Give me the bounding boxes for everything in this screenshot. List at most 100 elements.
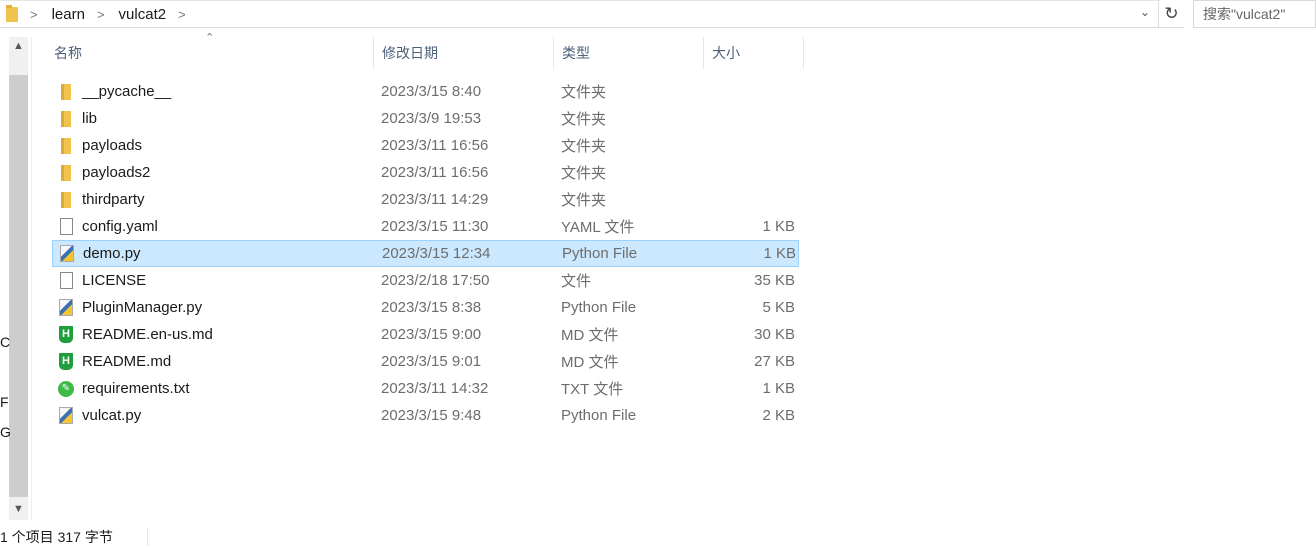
file-type: YAML 文件 [561, 219, 635, 236]
markdown-file-icon: H [58, 353, 74, 371]
file-date: 2023/3/11 16:56 [381, 164, 489, 181]
chevron-down-icon[interactable]: ⌄ [1140, 5, 1150, 19]
file-row[interactable]: H README.md 2023/3/15 9:01 MD 文件 27 KB [52, 348, 799, 375]
folder-icon [58, 137, 74, 155]
sidebar-fragment[interactable]: C [0, 334, 10, 350]
python-file-icon [58, 407, 74, 425]
file-row[interactable]: demo.py 2023/3/15 12:34 Python File 1 KB [52, 240, 799, 267]
file-type: 文件夹 [561, 111, 607, 128]
scrollbar-thumb[interactable] [9, 75, 28, 497]
breadcrumb-vulcat2[interactable]: vulcat2 [119, 6, 167, 23]
file-date: 2023/3/15 11:30 [381, 218, 489, 235]
file-name-cell: ✎ requirements.txt [52, 380, 373, 398]
folder-icon [58, 83, 74, 101]
folder-icon [58, 164, 74, 182]
file-name: requirements.txt [82, 380, 190, 397]
file-type: 文件夹 [561, 165, 607, 182]
file-name: demo.py [83, 245, 141, 262]
search-input[interactable]: 搜索"vulcat2" [1193, 0, 1316, 28]
file-name: lib [82, 110, 98, 127]
file-row[interactable]: payloads2 2023/3/11 16:56 文件夹 [52, 159, 799, 186]
column-header-date[interactable]: 修改日期 [374, 37, 554, 69]
file-date: 2023/2/18 17:50 [381, 272, 490, 289]
file-row[interactable]: __pycache__ 2023/3/15 8:40 文件夹 [52, 78, 799, 105]
file-name-cell: H README.en-us.md [52, 326, 373, 344]
file-name-cell: PluginManager.py [52, 299, 373, 317]
markdown-file-icon: H [58, 326, 74, 344]
folder-icon [58, 110, 74, 128]
file-row[interactable]: vulcat.py 2023/3/15 9:48 Python File 2 K… [52, 402, 799, 429]
file-size: 35 KB [754, 272, 795, 289]
file-size: 1 KB [762, 380, 795, 397]
file-date: 2023/3/11 14:32 [381, 380, 489, 397]
file-row[interactable]: config.yaml 2023/3/15 11:30 YAML 文件 1 KB [52, 213, 799, 240]
status-selection: 1 个项目 317 字节 [0, 529, 113, 545]
file-type: Python File [562, 245, 638, 262]
file-date: 2023/3/15 9:48 [381, 407, 482, 424]
file-type: Python File [561, 407, 637, 424]
column-header-type[interactable]: 类型 [554, 37, 704, 69]
file-type: 文件夹 [561, 84, 607, 101]
file-name: payloads2 [82, 164, 151, 181]
chevron-right-icon[interactable]: > [30, 7, 38, 22]
text-file-icon: ✎ [58, 380, 74, 398]
file-name-cell: LICENSE [52, 272, 373, 290]
file-type: 文件夹 [561, 138, 607, 155]
sidebar-fragment[interactable]: F [0, 394, 9, 410]
file-name: vulcat.py [82, 407, 142, 424]
scroll-down-icon[interactable]: ▼ [13, 503, 24, 515]
file-size: 27 KB [754, 353, 795, 370]
file-name: thirdparty [82, 191, 145, 208]
python-file-icon [59, 245, 75, 263]
file-name-cell: __pycache__ [52, 83, 373, 101]
file-size: 1 KB [762, 218, 795, 235]
file-row[interactable]: H README.en-us.md 2023/3/15 9:00 MD 文件 30… [52, 321, 799, 348]
file-date: 2023/3/15 8:40 [381, 83, 482, 100]
file-size: 1 KB [763, 245, 796, 262]
file-row[interactable]: lib 2023/3/9 19:53 文件夹 [52, 105, 799, 132]
address-bar[interactable]: > learn > vulcat2 > ⌄ [0, 0, 1160, 28]
file-name: PluginManager.py [82, 299, 203, 316]
file-row[interactable]: PluginManager.py 2023/3/15 8:38 Python F… [52, 294, 799, 321]
file-date: 2023/3/15 9:01 [381, 353, 482, 370]
divider [31, 37, 32, 520]
file-row[interactable]: LICENSE 2023/2/18 17:50 文件 35 KB [52, 267, 799, 294]
file-type: 文件夹 [561, 192, 607, 209]
file-row[interactable]: thirdparty 2023/3/11 14:29 文件夹 [52, 186, 799, 213]
sidebar-fragment[interactable]: G [0, 424, 11, 440]
file-name: README.en-us.md [82, 326, 213, 343]
breadcrumb-learn[interactable]: learn [52, 6, 85, 23]
file-date: 2023/3/15 12:34 [382, 245, 491, 262]
scroll-up-icon[interactable]: ▲ [13, 40, 24, 52]
file-date: 2023/3/11 14:29 [381, 191, 489, 208]
file-size: 2 KB [762, 407, 795, 424]
column-header-size[interactable]: 大小 [704, 37, 804, 69]
file-name-cell: vulcat.py [52, 407, 373, 425]
file-size: 5 KB [762, 299, 795, 316]
column-headers: 名称 修改日期 类型 大小 [46, 37, 804, 69]
file-name-cell: demo.py [53, 245, 374, 263]
file-type: Python File [561, 299, 637, 316]
file-icon [58, 218, 74, 236]
file-type: 文件 [561, 273, 592, 290]
file-date: 2023/3/15 9:00 [381, 326, 482, 343]
python-file-icon [58, 299, 74, 317]
file-icon [58, 272, 74, 290]
file-name-cell: config.yaml [52, 218, 373, 236]
file-name: LICENSE [82, 272, 147, 289]
chevron-right-icon[interactable]: > [97, 7, 105, 22]
file-name: config.yaml [82, 218, 158, 235]
refresh-button[interactable]: ↻ [1158, 0, 1184, 28]
file-row[interactable]: ✎ requirements.txt 2023/3/11 14:32 TXT 文件… [52, 375, 799, 402]
file-date: 2023/3/11 16:56 [381, 137, 489, 154]
file-type: MD 文件 [561, 354, 619, 371]
file-name: payloads [82, 137, 143, 154]
file-type: TXT 文件 [561, 381, 624, 398]
column-header-name[interactable]: 名称 [46, 37, 374, 69]
divider [147, 528, 148, 546]
chevron-right-icon[interactable]: > [178, 7, 186, 22]
file-name-cell: payloads [52, 137, 373, 155]
file-name: __pycache__ [82, 83, 172, 100]
file-row[interactable]: payloads 2023/3/11 16:56 文件夹 [52, 132, 799, 159]
file-name: README.md [82, 353, 172, 370]
